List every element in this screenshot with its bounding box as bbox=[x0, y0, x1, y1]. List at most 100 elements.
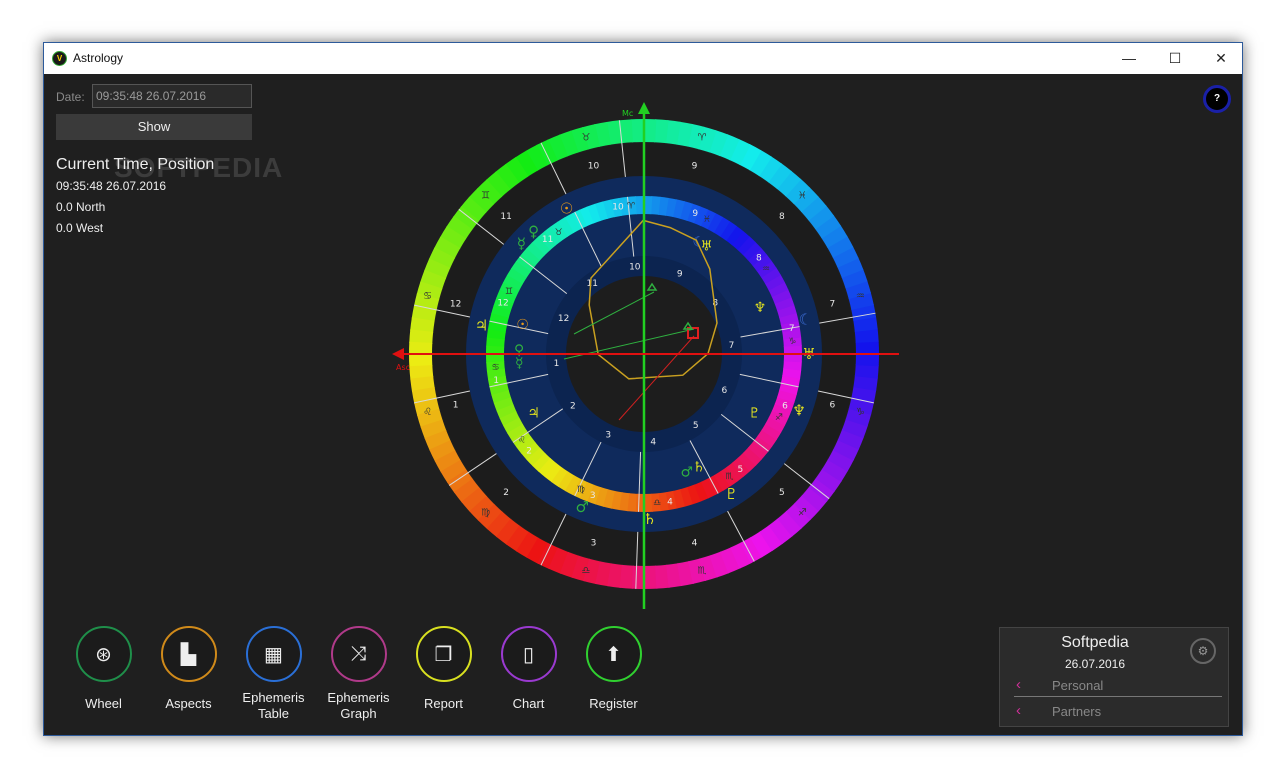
middle-planet-glyph: ☿ bbox=[515, 356, 524, 372]
mc-label: Mc bbox=[622, 109, 633, 118]
middle-house-number: 12 bbox=[497, 299, 508, 309]
title-bar: V Astrology — ☐ ✕ bbox=[44, 43, 1242, 74]
profile-item-label: Personal bbox=[1052, 678, 1104, 693]
nav-label: Ephemeris bbox=[242, 690, 305, 705]
outer-house-number: 2 bbox=[503, 488, 509, 498]
zodiac-sign-glyph: ♉ bbox=[554, 228, 562, 238]
zodiac-sign-glyph: ♑ bbox=[856, 407, 865, 418]
inner-house-number: 1 bbox=[554, 359, 560, 369]
zodiac-sign-glyph: ♒ bbox=[856, 291, 865, 302]
window-title: Astrology bbox=[73, 51, 124, 65]
zodiac-sign-glyph: ♋ bbox=[492, 363, 500, 373]
nav-label: Wheel bbox=[85, 696, 122, 711]
zodiac-ring-segment bbox=[854, 363, 879, 379]
zodiac-sign-glyph: ♈ bbox=[697, 133, 706, 144]
outer-planet-glyph: ☉ bbox=[560, 199, 573, 217]
report-icon: ❐ bbox=[415, 626, 472, 682]
zodiac-sign-glyph: ♍ bbox=[481, 507, 490, 518]
middle-house-number: 9 bbox=[692, 209, 698, 219]
middle-house-number: 7 bbox=[789, 324, 795, 334]
wheel-icon: ⊛ bbox=[75, 626, 132, 682]
outer-house-number: 10 bbox=[588, 162, 600, 172]
gear-icon[interactable]: ⚙ bbox=[1190, 638, 1216, 664]
zodiac-sign-glyph: ♎ bbox=[653, 498, 661, 508]
chevron-left-icon: ‹ bbox=[1016, 702, 1021, 719]
inner-house-number: 4 bbox=[650, 438, 656, 448]
zodiac-sign-glyph: ♊ bbox=[505, 287, 513, 297]
inner-house-number: 3 bbox=[605, 430, 611, 440]
outer-house-number: 9 bbox=[692, 162, 698, 172]
zodiac-ring-segment bbox=[409, 329, 434, 345]
chevron-left-icon: ‹ bbox=[1016, 676, 1021, 693]
nav-label: Chart bbox=[512, 696, 545, 711]
zodiac-sign-glyph: ♉ bbox=[582, 133, 591, 144]
outer-house-number: 5 bbox=[779, 488, 785, 498]
outer-planet-glyph: ☿ bbox=[517, 235, 526, 253]
help-button[interactable]: ? bbox=[1203, 85, 1231, 113]
inner-house-number: 7 bbox=[729, 341, 735, 351]
profile-panel: Softpedia 26.07.2016 ⚙ ‹ Personal ‹ Part… bbox=[999, 627, 1229, 727]
nav-label: Aspects bbox=[165, 696, 212, 711]
middle-house-number: 4 bbox=[667, 498, 673, 508]
zodiac-sign-glyph: ♏ bbox=[725, 472, 733, 482]
middle-planet-glyph: ☾ bbox=[693, 235, 706, 251]
maximize-button[interactable]: ☐ bbox=[1152, 43, 1198, 74]
zodiac-sign-glyph: ♌ bbox=[423, 407, 432, 418]
middle-planet-glyph: ♃ bbox=[527, 406, 540, 422]
zodiac-sign-glyph: ♓ bbox=[798, 191, 807, 202]
outer-planet-glyph: ♆ bbox=[792, 401, 805, 419]
inner-house-number: 5 bbox=[693, 421, 699, 431]
minimize-button[interactable]: — bbox=[1106, 43, 1152, 74]
current-latitude: 0.0 North bbox=[56, 200, 106, 214]
outer-house-number: 6 bbox=[829, 400, 835, 410]
outer-house-number: 4 bbox=[692, 538, 698, 548]
aspects-icon: ▙ bbox=[160, 626, 217, 682]
outer-house-number: 1 bbox=[453, 400, 459, 410]
profile-item-label: Partners bbox=[1052, 704, 1102, 719]
outer-planet-glyph: ♃ bbox=[475, 316, 488, 334]
middle-house-number: 11 bbox=[542, 235, 553, 245]
nav-button-report[interactable]: ❐ Report bbox=[401, 626, 486, 712]
middle-house-number: 10 bbox=[612, 202, 624, 212]
astrology-wheel[interactable]: 123 4567891011121234567891011121234567891… bbox=[384, 94, 904, 614]
zodiac-sign-glyph: ♓ bbox=[703, 215, 711, 225]
middle-house-number: 6 bbox=[782, 401, 788, 411]
asc-label: Asc bbox=[396, 363, 410, 372]
outer-house-number: 12 bbox=[450, 300, 461, 310]
table-icon: ▦ bbox=[245, 626, 302, 682]
middle-planet-glyph: ♇ bbox=[748, 406, 761, 422]
nav-label: Report bbox=[423, 696, 464, 711]
nav-button-ephemeris-table[interactable]: ▦ Ephemeris Table bbox=[231, 626, 316, 722]
zodiac-sign-glyph: ♎ bbox=[582, 565, 591, 576]
inner-house-number: 9 bbox=[677, 270, 683, 280]
nav-button-ephemeris-graph[interactable]: ⤨ Ephemeris Graph bbox=[316, 626, 401, 722]
middle-house-number: 8 bbox=[756, 254, 762, 264]
mc-arrow bbox=[638, 102, 650, 114]
current-time: 09:35:48 26.07.2016 bbox=[56, 179, 167, 193]
profile-name: Softpedia bbox=[1061, 634, 1129, 651]
inner-house-number: 6 bbox=[722, 386, 728, 396]
close-button[interactable]: ✕ bbox=[1198, 43, 1244, 74]
date-label: Date: bbox=[56, 90, 85, 104]
nav-button-chart[interactable]: ▯ Chart bbox=[486, 626, 571, 712]
middle-planet-glyph: ♆ bbox=[754, 300, 767, 316]
main-content: Date: Show SOFTPEDIA Current Time, Posit… bbox=[44, 74, 1242, 737]
profile-date: 26.07.2016 bbox=[1064, 657, 1126, 671]
nav-button-aspects[interactable]: ▙ Aspects bbox=[146, 626, 231, 712]
zodiac-sign-glyph: ♐ bbox=[775, 413, 783, 423]
outer-planet-glyph: ♇ bbox=[725, 485, 738, 503]
middle-house-number: 3 bbox=[590, 491, 596, 501]
zodiac-sign-glyph: ♏ bbox=[697, 565, 706, 576]
nav-button-wheel[interactable]: ⊛ Wheel bbox=[61, 626, 146, 712]
outer-house-number: 3 bbox=[591, 538, 597, 548]
show-button[interactable]: Show bbox=[56, 114, 252, 140]
outer-house-number: 8 bbox=[779, 212, 785, 222]
inner-house-number: 10 bbox=[629, 262, 641, 272]
date-input[interactable] bbox=[92, 84, 252, 108]
profile-item-partners[interactable]: ‹ Partners bbox=[1014, 701, 1220, 723]
nav-button-register[interactable]: ⬆ Register bbox=[571, 626, 656, 712]
profile-item-personal[interactable]: ‹ Personal bbox=[1014, 675, 1220, 697]
middle-planet-glyph: ☉ bbox=[516, 317, 529, 333]
inner-house-number: 12 bbox=[558, 314, 569, 324]
document-icon: ▯ bbox=[500, 626, 557, 682]
